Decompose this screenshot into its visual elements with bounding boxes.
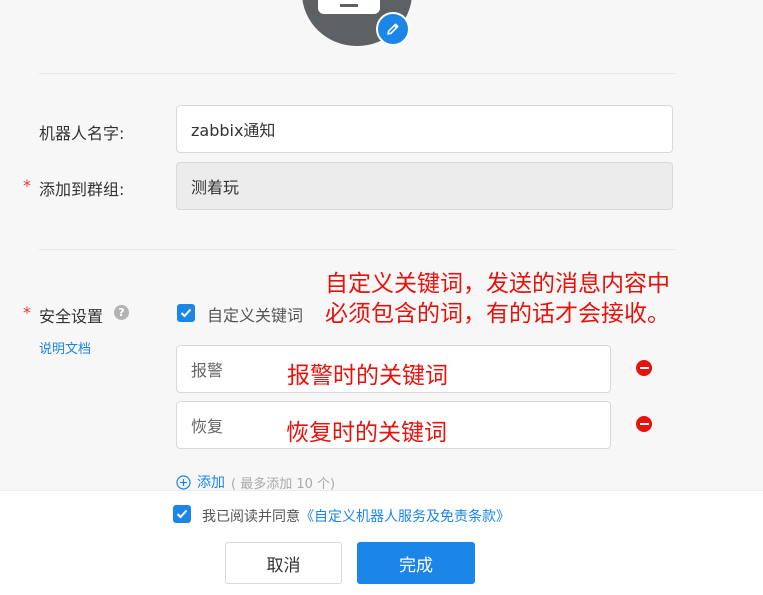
edit-avatar-button[interactable] [376,12,410,46]
pencil-icon [387,23,399,35]
robot-name-input[interactable]: zabbix通知 [176,105,673,153]
divider [39,249,675,250]
required-mark: * [23,303,31,322]
check-icon [176,509,188,519]
recover-note: 恢复时的关键词 [286,420,447,446]
plus-circle-icon [176,474,191,490]
check-icon [180,308,192,318]
group-select: 测着玩 [176,162,673,210]
custom-keyword-label: 自定义关键词 [207,306,304,325]
keyword-value-1: 报警 [191,361,224,380]
required-mark: * [23,176,31,195]
help-glyph: ? [118,306,125,319]
group-value: 测着玩 [191,178,240,197]
agree-prefix: 我已阅读并同意 [202,509,300,525]
agree-text: 我已阅读并同意《自定义机器人服务及免责条款》 [202,506,510,526]
robot-name-value: zabbix通知 [191,121,276,140]
robot-face [318,0,380,14]
cancel-button[interactable]: 取消 [225,542,342,584]
add-label: 添加 [197,475,225,491]
add-hint: ( 最多添加 10 个) [231,476,336,492]
remove-keyword-2-icon[interactable] [636,416,652,432]
robot-mouth [340,4,358,7]
custom-keyword-checkbox[interactable] [177,304,195,322]
add-keyword-button[interactable]: 添加 ( 最多添加 10 个) [176,472,335,492]
robot-name-label: 机器人名字: [39,124,125,143]
remove-keyword-1-icon[interactable] [636,360,652,376]
security-label: 安全设置 [39,307,104,326]
agree-checkbox[interactable] [173,505,191,523]
keyword-value-2: 恢复 [191,417,224,436]
done-button[interactable]: 完成 [357,542,475,584]
alarm-note: 报警时的关键词 [287,363,448,389]
help-icon[interactable]: ? [114,305,129,320]
security-note-line1: 自定义关键词，发送的消息内容中 [325,271,670,297]
divider [39,73,675,74]
terms-link[interactable]: 《自定义机器人服务及免责条款》 [300,509,510,525]
doc-link[interactable]: 说明文档 [39,338,91,357]
security-note-line2: 必须包含的词，有的话才会接收。 [325,301,670,327]
group-label: 添加到群组: [39,180,125,199]
